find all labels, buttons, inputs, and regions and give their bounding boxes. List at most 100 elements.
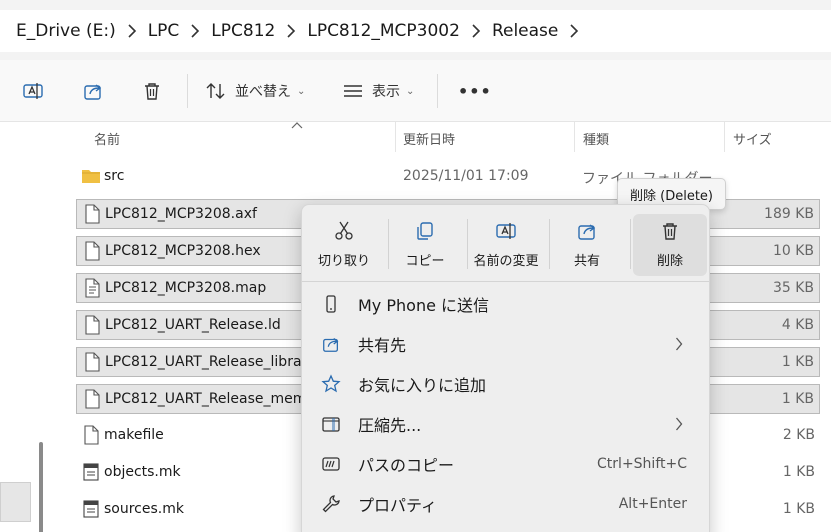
toolbar-divider <box>437 74 438 108</box>
makefile-icon <box>81 499 101 519</box>
file-size: 1 KB <box>782 501 815 517</box>
wrench-icon <box>320 493 342 515</box>
share-icon <box>84 84 102 100</box>
add-to-favorites-item[interactable]: お気に入りに追加 <box>306 365 705 403</box>
menu-item-label: 共有先 <box>358 336 407 355</box>
compress-to-item[interactable]: 圧縮先... <box>306 405 705 443</box>
view-label: 表示 <box>372 84 400 100</box>
sort-label: 並べ替え <box>235 84 291 100</box>
star-icon <box>320 373 342 395</box>
breadcrumb-item-release[interactable]: Release <box>492 21 558 41</box>
more-icon: ••• <box>458 81 492 101</box>
menu-item-label: 圧縮先... <box>358 416 422 435</box>
view-button[interactable]: 表示 ⌄ <box>342 76 414 106</box>
context-menu: 切り取り コピー 名前の変更 共有 削除 My Phone に送信 共有先 お気… <box>301 204 710 532</box>
trash-icon <box>145 83 159 100</box>
copy-as-path-item[interactable]: パスのコピー Ctrl+Shift+C <box>306 445 705 483</box>
file-size: 2 KB <box>782 427 815 443</box>
file-icon <box>81 425 101 445</box>
column-header-type[interactable]: 種類 <box>583 129 609 148</box>
chevron-right-icon[interactable] <box>460 24 492 38</box>
delete-label: 削除 <box>656 254 683 269</box>
chevron-right-icon[interactable] <box>275 24 307 38</box>
breadcrumb-item-drive[interactable]: E_Drive (E:) <box>16 21 116 41</box>
scissors-icon <box>335 221 353 240</box>
menu-item-label: My Phone に送信 <box>358 296 490 315</box>
share-with-item[interactable]: 共有先 <box>306 325 705 363</box>
cut-action[interactable]: 切り取り <box>304 214 384 276</box>
properties-item[interactable]: プロパティ Alt+Enter <box>306 485 705 523</box>
column-divider[interactable] <box>574 122 575 152</box>
file-size: 35 KB <box>772 280 814 296</box>
column-headers: 名前 更新日時 種類 サイズ <box>56 122 831 152</box>
more-options-button[interactable]: ••• <box>458 76 492 106</box>
list-view-icon <box>344 85 362 97</box>
makefile-icon <box>81 462 101 482</box>
file-name: LPC812_MCP3208.axf <box>105 206 257 222</box>
breadcrumb-item-lpc812[interactable]: LPC812 <box>211 21 275 41</box>
menu-item-label: お気に入りに追加 <box>358 376 487 395</box>
sort-button[interactable]: 並べ替え ⌄ <box>205 76 305 106</box>
copy-icon <box>417 222 433 240</box>
file-name: sources.mk <box>104 501 184 517</box>
file-icon <box>82 241 102 261</box>
chevron-right-icon[interactable] <box>179 24 211 38</box>
breadcrumb: E_Drive (E:) LPC LPC812 LPC812_MCP3002 R… <box>0 10 831 52</box>
file-name: LPC812_UART_Release_memo <box>105 391 315 407</box>
navigation-pane <box>0 122 56 532</box>
file-icon <box>82 352 102 372</box>
nav-scrollbar[interactable] <box>39 442 43 532</box>
column-divider[interactable] <box>724 122 725 152</box>
rename-icon <box>23 83 43 99</box>
phone-icon <box>320 293 342 315</box>
copy-action[interactable]: コピー <box>385 214 465 276</box>
file-name: makefile <box>104 427 164 443</box>
chevron-right-icon[interactable] <box>558 24 590 38</box>
file-icon <box>82 204 102 224</box>
file-name: LPC812_UART_Release.ld <box>105 317 281 333</box>
share-action[interactable]: 共有 <box>547 214 627 276</box>
rename-action[interactable]: 名前の変更 <box>466 214 546 276</box>
cut-label: 切り取り <box>317 254 370 269</box>
address-bar: E_Drive (E:) LPC LPC812 LPC812_MCP3002 R… <box>0 0 831 60</box>
rename-label: 名前の変更 <box>473 254 539 269</box>
column-header-name[interactable]: 名前 <box>94 129 120 148</box>
nav-selected-item[interactable] <box>0 482 31 522</box>
chevron-down-icon: ⌄ <box>406 85 415 97</box>
menu-item-label: プロパティ <box>358 496 438 515</box>
folder-icon <box>81 166 101 186</box>
file-size: 1 KB <box>781 354 814 370</box>
column-header-size[interactable]: サイズ <box>733 129 772 148</box>
menu-item-shortcut: Alt+Enter <box>618 496 687 512</box>
rename-button[interactable] <box>22 76 44 106</box>
send-to-my-phone-item[interactable]: My Phone に送信 <box>306 285 705 323</box>
delete-button[interactable] <box>141 76 163 106</box>
file-name: LPC812_MCP3208.map <box>105 280 267 296</box>
delete-action[interactable]: 削除 <box>633 214 707 276</box>
menu-item-shortcut: Ctrl+Shift+C <box>597 456 687 472</box>
column-header-modified[interactable]: 更新日時 <box>403 129 455 148</box>
share-button[interactable] <box>82 76 104 106</box>
context-menu-separator <box>302 281 709 282</box>
file-icon <box>82 315 102 335</box>
column-divider[interactable] <box>395 122 396 152</box>
share-icon <box>320 333 342 355</box>
rename-icon <box>496 223 516 239</box>
file-icon <box>82 389 102 409</box>
file-size: 4 KB <box>781 317 814 333</box>
sort-up-icon <box>291 122 303 129</box>
breadcrumb-item-mcp3002[interactable]: LPC812_MCP3002 <box>307 21 460 41</box>
chevron-right-icon <box>676 417 683 431</box>
file-name: LPC812_UART_Release_library <box>105 354 316 370</box>
file-name: LPC812_MCP3208.hex <box>105 243 261 259</box>
share-label: 共有 <box>573 254 600 269</box>
sort-icon <box>206 83 225 99</box>
file-size: 1 KB <box>782 464 815 480</box>
chevron-right-icon[interactable] <box>116 24 148 38</box>
path-copy-icon <box>320 453 342 475</box>
breadcrumb-item-lpc[interactable]: LPC <box>148 21 180 41</box>
chevron-down-icon: ⌄ <box>297 85 306 97</box>
toolbar-divider <box>187 74 188 108</box>
file-date: 2025/11/01 17:09 <box>403 168 529 184</box>
chevron-right-icon <box>676 337 683 351</box>
